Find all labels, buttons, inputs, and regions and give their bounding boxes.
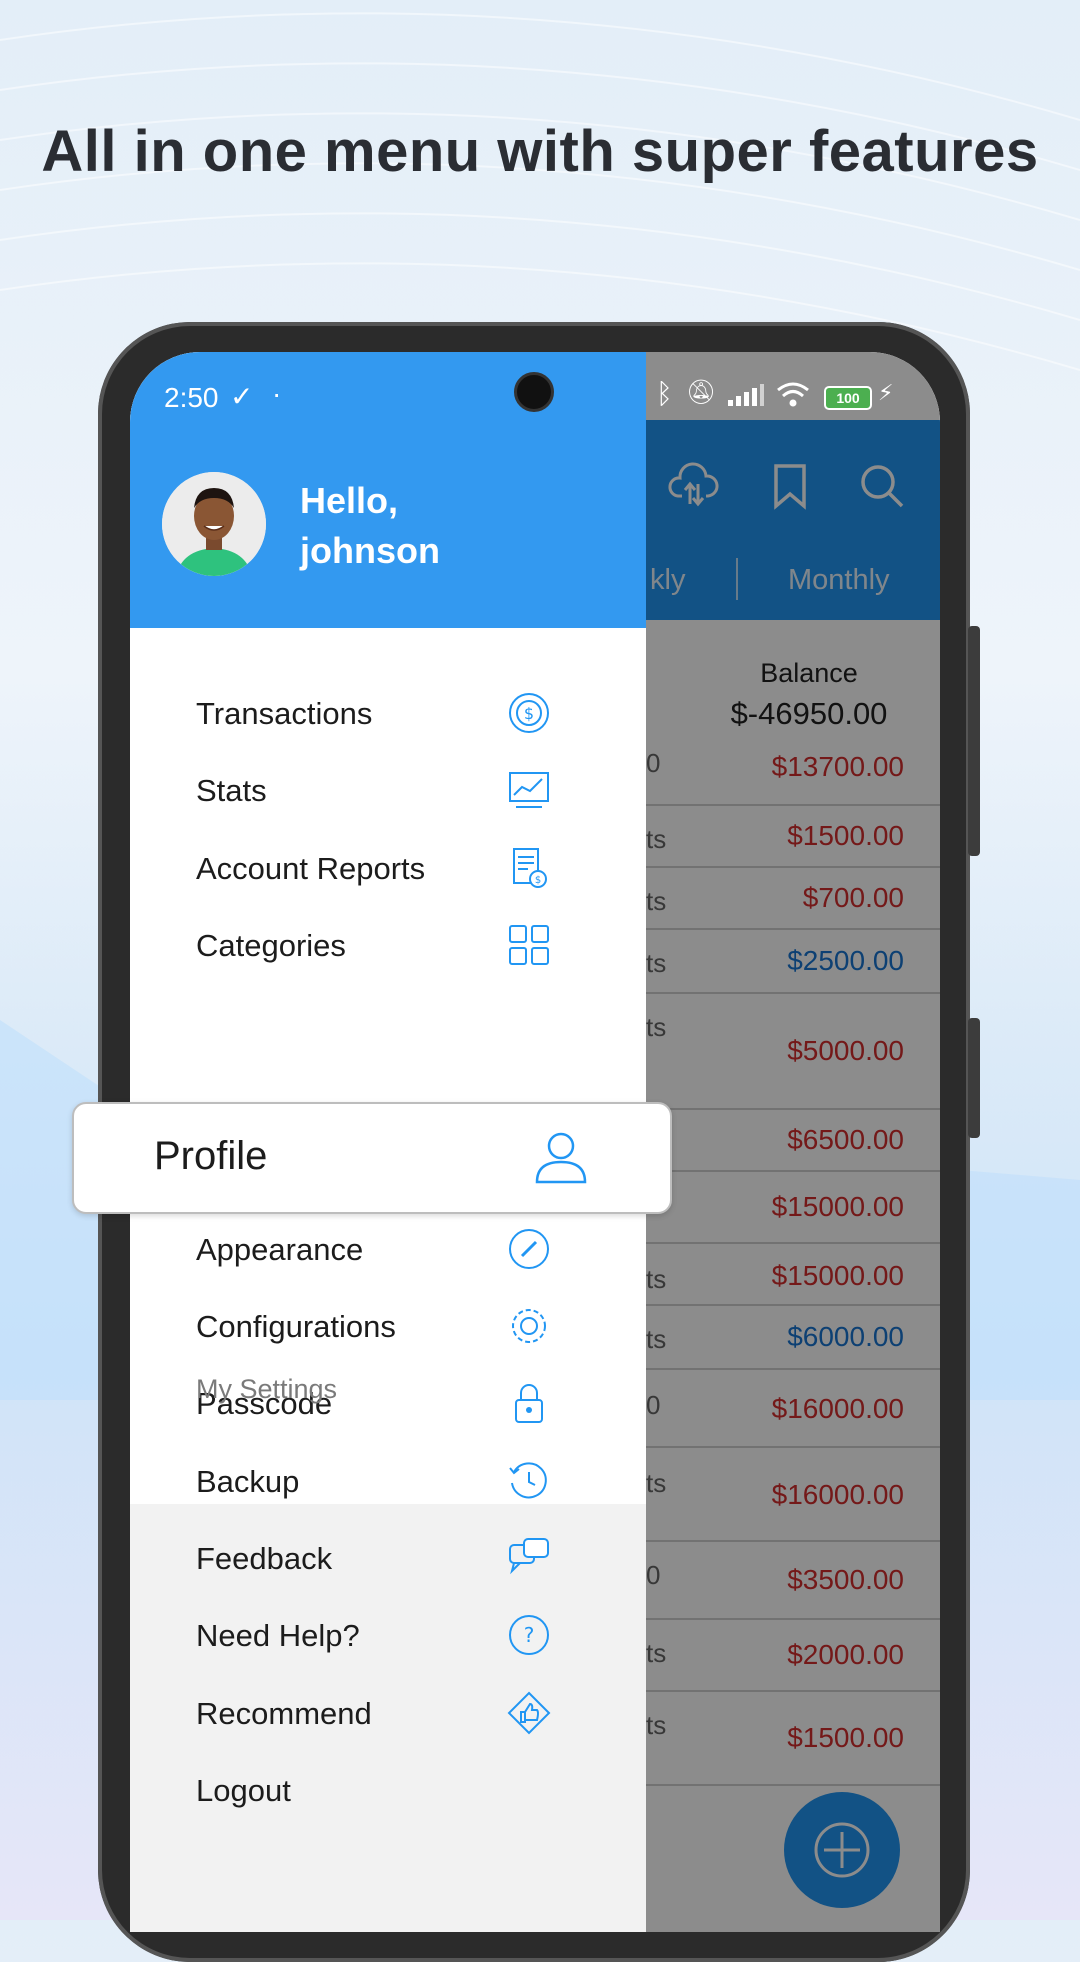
power-button: [968, 1018, 980, 1138]
drawer-item-label: Need Help?: [196, 1618, 360, 1653]
user-icon: [535, 1132, 587, 1184]
user-greeting: Hello, johnson: [300, 476, 620, 576]
drawer-item-backup[interactable]: Backup: [196, 1454, 576, 1514]
drawer-item-label: Account Reports: [196, 851, 426, 886]
drawer-item-feedback[interactable]: Feedback: [196, 1531, 576, 1591]
report-icon: $: [513, 848, 547, 888]
drawer-item-label: Stats: [196, 773, 267, 808]
profile-label: Profile: [154, 1134, 268, 1178]
clock: 2:50: [164, 382, 219, 413]
dot-icon: ·: [272, 378, 282, 409]
dollar-refresh-icon: $: [509, 693, 549, 733]
mute-icon: 🔕︎: [686, 379, 717, 406]
volume-button: [968, 626, 980, 856]
chat-bubbles-icon: [509, 1538, 549, 1575]
drawer-item-label: Feedback: [196, 1541, 333, 1576]
profile-menu-item[interactable]: Profile: [72, 1102, 672, 1214]
svg-text:?: ?: [524, 1623, 535, 1647]
brush-icon: [509, 1229, 549, 1269]
page-headline: All in one menu with super features: [41, 119, 1039, 184]
drawer-item-label: Categories: [196, 928, 346, 963]
lock-icon: [515, 1384, 543, 1423]
svg-text:$: $: [524, 704, 534, 723]
drawer-item-stats[interactable]: Stats: [196, 763, 576, 823]
wifi-icon: [777, 382, 809, 407]
help-icon: ?: [509, 1615, 549, 1655]
greeting-line1: Hello,: [300, 480, 399, 521]
settings-section-header: My Settings: [196, 1374, 338, 1404]
chart-board-icon: [509, 772, 549, 808]
user-name: johnson: [300, 530, 440, 571]
check-icon: ✓: [230, 381, 254, 412]
user-photo: [162, 472, 266, 576]
drawer-item-categories[interactable]: Categories: [196, 918, 576, 978]
bluetooth-icon: ᛒ: [656, 378, 673, 409]
signal-icon: [728, 384, 764, 406]
front-camera: [514, 372, 554, 412]
gear-icon: [512, 1309, 546, 1343]
battery-level: 100: [836, 390, 860, 406]
drawer-item-recommend[interactable]: Recommend: [196, 1686, 576, 1746]
drawer-item-label: Backup: [196, 1464, 300, 1499]
drawer-item-logout[interactable]: Logout: [196, 1763, 576, 1823]
drawer-item-appearance[interactable]: Appearance: [196, 1222, 576, 1282]
drawer-item-label: Transactions: [196, 696, 373, 731]
history-icon: [509, 1462, 547, 1499]
status-bar: 2:50 ✓ · ᛒ 🔕︎ 100 ⚡︎: [130, 352, 940, 432]
charging-icon: ⚡︎: [878, 380, 894, 405]
drawer-item-configurations[interactable]: Configurations: [196, 1299, 576, 1359]
drawer-item-label: Recommend: [196, 1696, 372, 1731]
thumbs-up-icon: [507, 1691, 551, 1735]
drawer-item-label: Logout: [196, 1773, 291, 1808]
drawer-item-transactions[interactable]: Transactions $: [196, 686, 576, 746]
drawer-item-label: Configurations: [196, 1309, 396, 1344]
avatar[interactable]: [162, 472, 266, 576]
svg-text:$: $: [535, 875, 541, 886]
drawer-item-label: Appearance: [196, 1232, 364, 1267]
battery-icon: 100: [824, 386, 872, 410]
drawer-main-section: [130, 628, 646, 1504]
drawer-item-need-help[interactable]: Need Help??: [196, 1608, 576, 1668]
grid-icon: [509, 925, 549, 965]
drawer-item-account-reports[interactable]: Account Reports $: [196, 841, 576, 901]
